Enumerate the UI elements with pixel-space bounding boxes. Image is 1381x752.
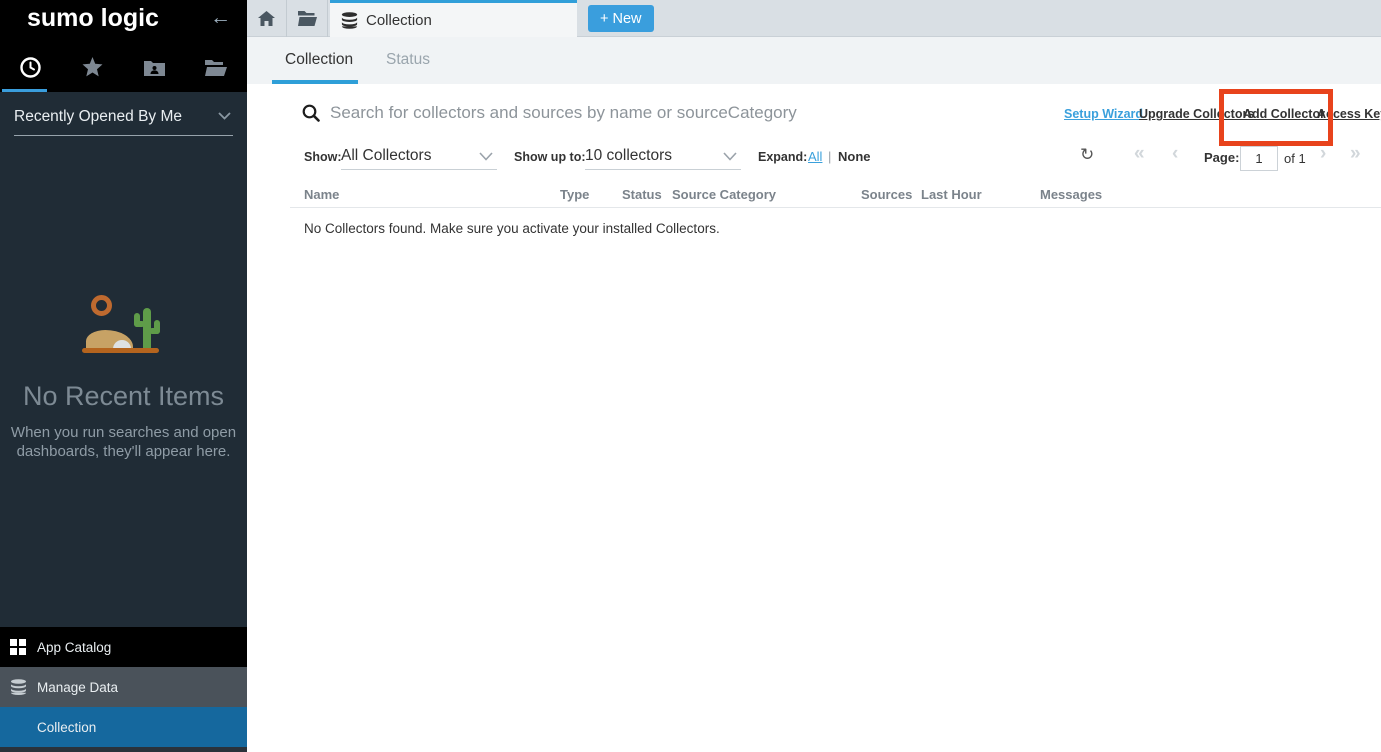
main-content — [247, 84, 1381, 752]
highlight-box-add-collector — [1219, 89, 1333, 146]
column-header-type: Type — [560, 187, 589, 202]
show-up-to-label: Show up to: — [514, 150, 586, 164]
sidebar: sumo logic ← — [0, 0, 247, 752]
home-button[interactable] — [247, 0, 287, 37]
no-recent-items-subtitle: When you run searches and open dashboard… — [0, 423, 247, 461]
column-header-sources: Sources — [861, 187, 912, 202]
open-folder-icon — [205, 59, 227, 76]
first-page-button[interactable]: « — [1134, 143, 1145, 165]
column-header-last-hour: Last Hour — [921, 187, 982, 202]
table-header-divider — [290, 207, 1381, 208]
show-up-to-select[interactable]: 10 collectors — [585, 144, 741, 170]
column-header-name: Name — [304, 187, 339, 202]
home-icon — [258, 11, 275, 26]
column-header-status: Status — [622, 187, 662, 202]
subtab-collection[interactable]: Collection — [285, 51, 353, 69]
show-filter-select[interactable]: All Collectors — [341, 144, 497, 170]
expand-label: Expand: — [758, 150, 807, 164]
sidebar-item-app-catalog[interactable]: App Catalog — [0, 627, 247, 667]
expand-separator: | — [828, 149, 831, 164]
page-label: Page: — [1204, 150, 1239, 165]
setup-wizard-link[interactable]: Setup Wizard — [1064, 107, 1143, 121]
page-number-input[interactable] — [1240, 146, 1278, 171]
chevron-down-icon — [723, 152, 737, 161]
sun-icon — [91, 295, 112, 316]
tab-collection[interactable]: Collection — [330, 0, 577, 37]
sidebar-item-collection[interactable]: Collection — [0, 707, 247, 747]
no-recent-items-title: No Recent Items — [0, 381, 247, 412]
new-button[interactable]: + New — [588, 5, 654, 32]
folder-user-icon — [144, 59, 165, 76]
chevron-down-icon — [479, 152, 493, 161]
page-count-text: of 1 — [1284, 151, 1306, 166]
collapse-sidebar-icon[interactable]: ← — [210, 6, 231, 30]
top-tab-strip: Collection + New — [247, 0, 1381, 37]
database-icon — [10, 679, 37, 695]
column-header-messages: Messages — [1040, 187, 1102, 202]
sidebar-tab-shared[interactable] — [124, 45, 186, 89]
refresh-icon[interactable]: ↻ — [1080, 145, 1094, 165]
app-window: sumo logic ← — [0, 0, 1381, 752]
search-icon — [302, 104, 320, 122]
sidebar-tab-recents[interactable] — [0, 45, 62, 89]
last-page-button[interactable]: » — [1350, 143, 1361, 165]
expand-all-link[interactable]: All — [808, 149, 822, 164]
sidebar-nav — [0, 45, 247, 89]
search-input[interactable] — [330, 100, 890, 126]
recent-items-dropdown-label: Recently Opened By Me — [14, 108, 182, 126]
star-icon — [82, 57, 103, 77]
nav-active-indicator — [2, 89, 47, 92]
clock-icon — [20, 57, 41, 78]
folder-icon — [298, 11, 317, 26]
column-header-source-category: Source Category — [672, 187, 776, 202]
subtab-bar: Collection Status — [247, 37, 1381, 84]
sidebar-item-manage-data[interactable]: Manage Data — [0, 667, 247, 707]
tab-collection-label: Collection — [366, 12, 432, 29]
desert-illustration — [75, 295, 175, 355]
sidebar-tab-favorites[interactable] — [62, 45, 124, 89]
subtab-status[interactable]: Status — [386, 51, 430, 69]
expand-none-link[interactable]: None — [838, 149, 871, 164]
show-filter-label: Show: — [304, 150, 342, 164]
sidebar-bottom-strip — [0, 747, 247, 752]
next-page-button[interactable]: › — [1320, 143, 1326, 165]
ground-line — [82, 348, 159, 353]
sidebar-tab-library[interactable] — [185, 45, 247, 89]
prev-page-button[interactable]: ‹ — [1172, 143, 1178, 165]
sumo-logic-logo: sumo logic — [27, 4, 159, 33]
database-icon — [341, 12, 358, 29]
no-collectors-message: No Collectors found. Make sure you activ… — [304, 221, 720, 236]
grid-icon — [10, 639, 37, 655]
library-button[interactable] — [287, 0, 328, 37]
recent-items-dropdown[interactable]: Recently Opened By Me — [14, 102, 233, 136]
chevron-down-icon — [218, 112, 231, 120]
cactus-icon — [143, 308, 151, 348]
sidebar-header: sumo logic ← — [0, 0, 247, 92]
